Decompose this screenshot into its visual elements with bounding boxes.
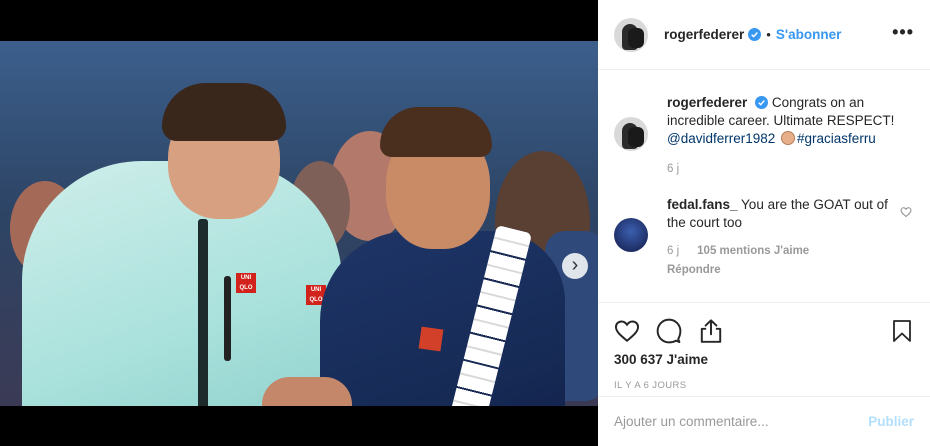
federer-hair <box>162 83 286 141</box>
zipper-pull <box>224 276 231 361</box>
post-username[interactable]: rogerfederer <box>664 27 744 42</box>
comment-time: 6 j <box>667 245 680 257</box>
reply-button[interactable]: Répondre <box>667 261 907 279</box>
bookmark-icon[interactable] <box>890 318 914 344</box>
commenter-avatar[interactable] <box>614 218 648 252</box>
ferrer-jacket <box>320 231 565 406</box>
caption-body: rogerfederer Congrats on an incredible c… <box>667 94 907 178</box>
add-comment-bar: Publier <box>598 396 930 446</box>
share-icon[interactable] <box>698 318 724 344</box>
post-actions: 300 637 J'aime IL Y A 6 JOURS <box>598 302 930 391</box>
comment-body: fedal.fans_ You are the GOAT out of the … <box>667 196 907 279</box>
handshake <box>262 377 352 406</box>
caption-avatar[interactable] <box>614 117 648 151</box>
comment-likes[interactable]: 105 mentions J'aime <box>697 245 809 257</box>
hashtag-link[interactable]: #graciasferru <box>797 131 876 146</box>
clapping-hands-emoji-icon <box>781 131 796 145</box>
verified-badge-icon <box>748 28 762 41</box>
lotto-logo <box>418 326 444 352</box>
post-date[interactable]: IL Y A 6 JOURS <box>614 380 914 391</box>
avatar[interactable] <box>614 17 648 52</box>
comment-input[interactable] <box>614 414 869 429</box>
mention-link[interactable]: @davidferrer1982 <box>667 131 775 146</box>
post-side-panel: rogerfederer • S'abonner ••• rogerfedere… <box>598 0 930 446</box>
like-heart-icon[interactable] <box>614 318 640 344</box>
carousel-next-button[interactable]: › <box>562 253 588 279</box>
comment-item: fedal.fans_ You are the GOAT out of the … <box>614 197 888 276</box>
comment-bubble-icon[interactable] <box>656 318 682 344</box>
follow-button[interactable]: S'abonner <box>776 27 841 42</box>
caption-time: 6 j <box>667 163 680 175</box>
likes-count[interactable]: 300 637 J'aime <box>614 352 914 367</box>
like-comment-heart-icon[interactable] <box>900 206 912 218</box>
uniqlo-logo: UNI QLO <box>236 273 256 293</box>
more-options-icon[interactable]: ••• <box>892 22 914 43</box>
post-photo[interactable]: UNI QLO UNI QLO › <box>0 41 598 406</box>
verified-badge-icon <box>755 96 769 109</box>
ferrer-hair <box>380 107 492 157</box>
caption-username[interactable]: rogerfederer <box>667 95 747 110</box>
avatar-silhouette <box>628 127 644 147</box>
action-icons <box>614 311 914 351</box>
separator-bullet: • <box>766 27 771 42</box>
media-area: UNI QLO UNI QLO › <box>0 0 598 446</box>
post-header: rogerfederer • S'abonner ••• <box>598 0 930 70</box>
jacket-zipper <box>198 219 208 406</box>
avatar-silhouette <box>628 27 644 48</box>
comments-section: rogerfederer Congrats on an incredible c… <box>598 70 930 302</box>
publish-button[interactable]: Publier <box>868 414 914 429</box>
comment-username[interactable]: fedal.fans_ <box>667 197 738 212</box>
comment-meta: 6 j 105 mentions J'aime <box>667 242 907 260</box>
